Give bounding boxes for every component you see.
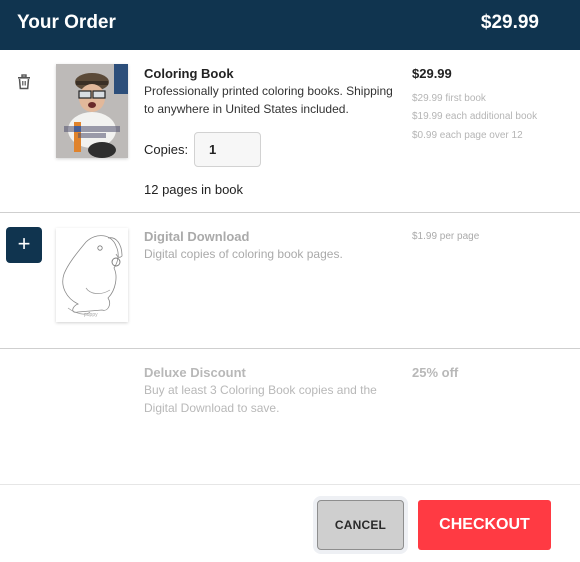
item-divider — [0, 348, 580, 349]
add-item-button[interactable]: + — [6, 227, 42, 263]
discount-value: 25% off — [412, 365, 459, 380]
item-description: Digital copies of coloring book pages. — [144, 247, 343, 261]
item-divider — [0, 212, 580, 213]
copies-input[interactable] — [194, 132, 261, 167]
price-note: $0.99 each page over 12 — [412, 130, 523, 141]
remove-item-button[interactable] — [14, 72, 34, 92]
coloring-book-thumbnail — [56, 64, 128, 158]
item-description: Professionally printed coloring books. S… — [144, 84, 393, 116]
price-note: $19.99 each additional book — [412, 111, 538, 122]
item-name: Deluxe Discount — [144, 365, 246, 380]
trash-icon — [18, 74, 30, 90]
item-name: Digital Download — [144, 229, 250, 244]
plus-icon: + — [17, 231, 31, 256]
item-price: $29.99 — [412, 66, 452, 81]
dog-drawing-image: puppy — [56, 228, 128, 322]
coloring-book-cover-image — [56, 64, 128, 158]
item-name: Coloring Book — [144, 66, 234, 81]
digital-download-thumbnail: puppy — [56, 228, 128, 322]
svg-text:puppy: puppy — [84, 312, 98, 318]
pages-count: 12 pages in book — [144, 182, 244, 197]
order-title: Your Order — [17, 12, 116, 33]
order-total: $29.99 — [480, 12, 539, 33]
price-note: $29.99 first book — [412, 93, 486, 104]
checkout-button[interactable]: CHECKOUT — [418, 500, 551, 550]
price-note: $1.99 per page — [412, 231, 480, 242]
footer-divider — [0, 484, 580, 485]
item-description: Buy at least 3 Coloring Book copies and … — [144, 383, 377, 415]
cancel-button[interactable]: CANCEL — [313, 496, 408, 554]
order-header: Your Order $29.99 — [0, 0, 580, 50]
copies-label: Copies: — [144, 142, 189, 157]
cancel-button-label: CANCEL — [317, 500, 404, 550]
